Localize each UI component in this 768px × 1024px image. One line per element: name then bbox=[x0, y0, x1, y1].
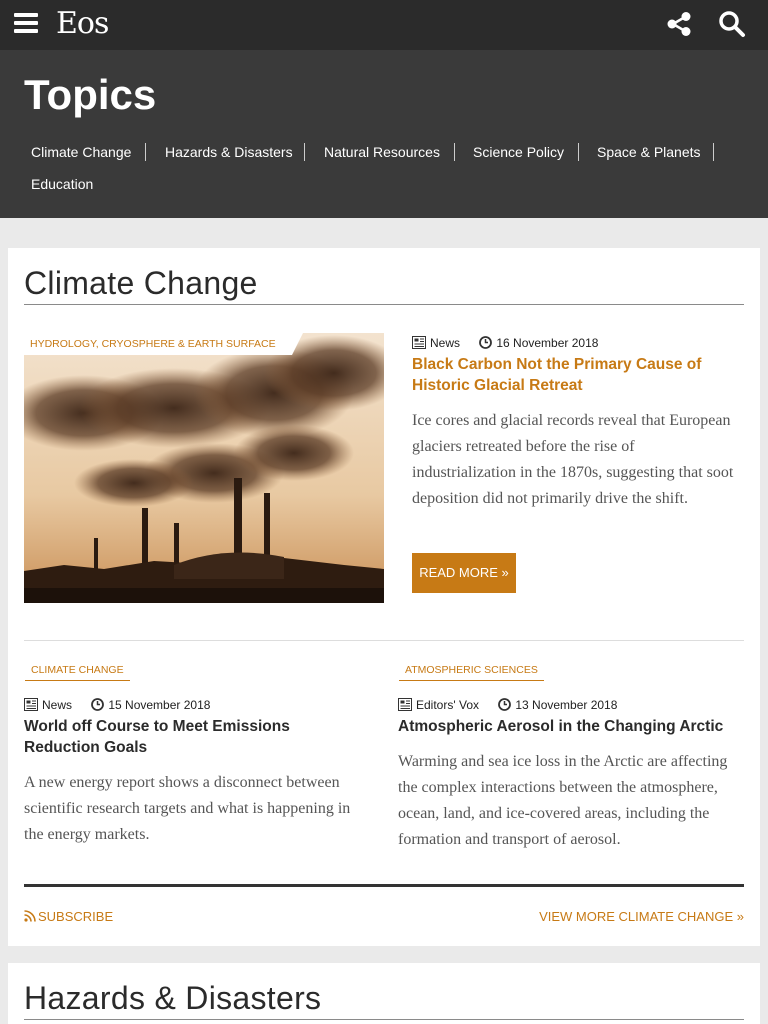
topic-link-space-planets[interactable]: Space & Planets bbox=[597, 143, 701, 161]
topic-link-climate-change[interactable]: Climate Change bbox=[31, 143, 131, 161]
hamburger-menu-icon[interactable] bbox=[14, 13, 38, 33]
topic-separator bbox=[145, 143, 146, 161]
eos-logo[interactable]: Eos bbox=[56, 5, 109, 43]
article-type: Editors' Vox bbox=[416, 698, 479, 712]
hazards-disasters-section: Hazards & Disasters bbox=[8, 963, 760, 1024]
article-type: News bbox=[430, 336, 461, 350]
rss-icon bbox=[24, 910, 36, 922]
topic-link-science-policy[interactable]: Science Policy bbox=[473, 143, 564, 161]
featured-article-title[interactable]: Black Carbon Not the Primary Cause of Hi… bbox=[412, 354, 744, 396]
category-tag[interactable]: CLIMATE CHANGE bbox=[25, 659, 130, 681]
newspaper-icon bbox=[24, 698, 38, 711]
newspaper-icon bbox=[412, 336, 426, 349]
article-type: News bbox=[42, 698, 73, 712]
featured-article-summary: Ice cores and glacial records reveal tha… bbox=[412, 412, 734, 507]
topic-separator bbox=[454, 143, 455, 161]
topic-link-natural-resources[interactable]: Natural Resources bbox=[324, 143, 440, 161]
article-title[interactable]: World off Course to Meet Emissions Reduc… bbox=[24, 716, 364, 758]
section-title[interactable]: Hazards & Disasters bbox=[24, 980, 321, 1016]
top-bar: Eos bbox=[0, 0, 768, 50]
clock-icon bbox=[91, 698, 105, 711]
article-summary: Warming and sea ice loss in the Arctic a… bbox=[398, 753, 728, 848]
topics-title: Topics bbox=[24, 71, 157, 118]
section-title[interactable]: Climate Change bbox=[24, 265, 258, 301]
read-more-button[interactable]: READ MORE » bbox=[412, 553, 516, 593]
topic-link-education[interactable]: Education bbox=[31, 175, 93, 193]
section-divider bbox=[24, 304, 744, 305]
topic-separator bbox=[304, 143, 305, 161]
topic-separator bbox=[713, 143, 714, 161]
article-meta: Editors' Vox 13 November 2018 bbox=[398, 697, 617, 713]
climate-change-section: Climate Change HYDROLOGY, CRYOSPHERE & E… bbox=[8, 248, 760, 946]
article-meta: News 15 November 2018 bbox=[24, 697, 210, 713]
subscribe-label[interactable]: SUBSCRIBE bbox=[38, 909, 113, 924]
clock-icon bbox=[498, 698, 512, 711]
topics-nav: Topics Climate Change Hazards & Disaster… bbox=[0, 50, 768, 218]
section-divider bbox=[24, 1019, 744, 1020]
factory-smoke-photo bbox=[24, 333, 384, 603]
search-icon[interactable] bbox=[718, 10, 746, 38]
article-date: 13 November 2018 bbox=[515, 698, 618, 712]
subscribe-link[interactable]: SUBSCRIBE bbox=[24, 909, 113, 925]
divider bbox=[24, 640, 744, 641]
view-more-link[interactable]: VIEW MORE CLIMATE CHANGE » bbox=[539, 909, 744, 925]
featured-image[interactable]: HYDROLOGY, CRYOSPHERE & EARTH SURFACE bbox=[24, 333, 384, 603]
clock-icon bbox=[479, 336, 493, 349]
section-footer-divider bbox=[24, 884, 744, 887]
newspaper-icon bbox=[398, 698, 412, 711]
featured-meta: News 16 November 2018 bbox=[412, 335, 598, 351]
article-title[interactable]: Atmospheric Aerosol in the Changing Arct… bbox=[398, 716, 744, 737]
topic-separator bbox=[578, 143, 579, 161]
article-date: 15 November 2018 bbox=[108, 698, 211, 712]
article-summary: A new energy report shows a disconnect b… bbox=[24, 774, 351, 843]
category-tag[interactable]: ATMOSPHERIC SCIENCES bbox=[399, 659, 544, 681]
topic-link-hazards-disasters[interactable]: Hazards & Disasters bbox=[165, 143, 293, 161]
article-date: 16 November 2018 bbox=[496, 336, 599, 350]
featured-category-tag[interactable]: HYDROLOGY, CRYOSPHERE & EARTH SURFACE bbox=[24, 333, 303, 355]
share-icon[interactable] bbox=[666, 11, 692, 37]
